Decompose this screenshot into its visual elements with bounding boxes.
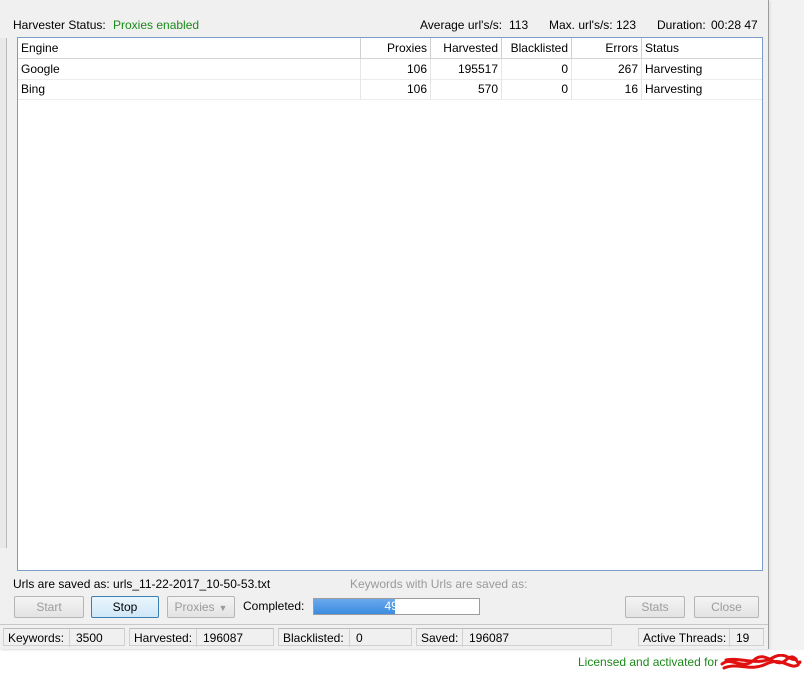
harvested-segment: Harvested: 196087: [129, 628, 274, 647]
active-threads-segment: Active Threads: 19: [638, 628, 764, 647]
chevron-down-icon: ▼: [218, 603, 228, 613]
blacklisted-cell: 0: [502, 59, 572, 79]
harvested-cell: 570: [431, 79, 502, 99]
saved-label: Saved:: [421, 631, 459, 645]
column-header-engine[interactable]: Engine: [18, 38, 361, 58]
blacklisted-value: 0: [349, 629, 363, 647]
harvester-status-label: Harvester Status:: [13, 18, 106, 32]
harvested-label: Harvested:: [134, 631, 193, 645]
completion-progress-bar: 49%: [313, 598, 480, 615]
saved-segment: Saved: 196087: [416, 628, 612, 647]
average-urls-value: 113: [509, 18, 529, 32]
status-cell: Harvesting: [645, 82, 703, 96]
urls-saved-as: Urls are saved as: urls_11-22-2017_10-50…: [13, 577, 271, 591]
column-header-errors[interactable]: Errors: [572, 38, 642, 58]
column-header-blacklisted[interactable]: Blacklisted: [502, 38, 572, 58]
harvested-value: 196087: [196, 629, 243, 647]
blacklisted-segment: Blacklisted: 0: [278, 628, 412, 647]
blacklisted-cell: 0: [502, 79, 572, 99]
start-button[interactable]: Start: [14, 596, 84, 618]
keywords-value: 3500: [69, 629, 103, 647]
active-threads-label: Active Threads:: [643, 631, 727, 645]
duration-label: Duration:: [657, 18, 706, 32]
harvester-window: Harvester Status: Proxies enabled Averag…: [0, 0, 769, 649]
keywords-segment: Keywords: 3500: [3, 628, 125, 647]
engine-cell: Google: [18, 59, 361, 79]
harvester-status-value: Proxies enabled: [113, 18, 200, 32]
progress-text: 49%: [384, 599, 409, 613]
background-strip: [770, 0, 804, 650]
saved-value: 196087: [462, 629, 509, 647]
column-header-harvested[interactable]: Harvested: [431, 38, 502, 58]
active-threads-value: 19: [729, 629, 749, 647]
harvested-cell: 195517: [431, 59, 502, 79]
harvester-status-bar: Harvester Status: Proxies enabled Averag…: [13, 18, 761, 34]
max-urls-value: 123: [616, 18, 637, 32]
blacklisted-label: Blacklisted:: [283, 631, 344, 645]
completed-label: Completed:: [243, 599, 305, 613]
stop-button[interactable]: Stop: [91, 596, 159, 618]
license-text: Licensed and activated for: [578, 655, 719, 669]
column-header-status[interactable]: Status: [642, 38, 762, 58]
engine-table[interactable]: Engine Proxies Harvested Blacklisted Err…: [17, 37, 763, 571]
redaction-scribble: [720, 654, 802, 670]
table-row-google[interactable]: Google 106 195517 0 267 Harvesting: [18, 59, 762, 80]
stats-button[interactable]: Stats: [625, 596, 685, 618]
table-row-bing[interactable]: Bing 106 570 0 16 Harvesting: [18, 79, 762, 100]
column-header-proxies[interactable]: Proxies: [361, 38, 431, 58]
duration-value: 00:28 47: [711, 18, 758, 32]
errors-cell: 267: [572, 59, 642, 79]
engine-cell: Bing: [18, 79, 361, 99]
proxies-dropdown-button[interactable]: Proxies ▼: [167, 596, 235, 618]
proxies-button-label: Proxies: [174, 600, 215, 614]
table-header: Engine Proxies Harvested Blacklisted Err…: [18, 38, 762, 59]
average-urls-label: Average url's/s:: [420, 18, 503, 32]
keywords-label: Keywords:: [8, 631, 65, 645]
status-bar: Keywords: 3500 Harvested: 196087 Blackli…: [0, 624, 768, 649]
proxies-cell: 106: [361, 79, 431, 99]
close-button[interactable]: Close: [694, 596, 759, 618]
keywords-saved-as: Keywords with Urls are saved as:: [350, 577, 528, 591]
proxies-cell: 106: [361, 59, 431, 79]
status-cell: Harvesting: [645, 62, 703, 76]
left-panel-edge: [0, 38, 7, 548]
max-urls-label: Max. url's/s:: [549, 18, 613, 32]
errors-cell: 16: [572, 79, 642, 99]
